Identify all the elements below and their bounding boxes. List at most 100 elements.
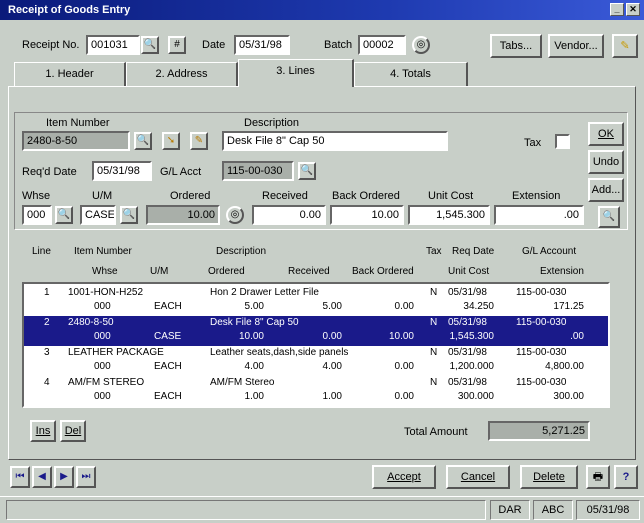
help-button[interactable]: ? [614,465,638,489]
add-button[interactable]: Add... [588,178,624,202]
date-cell: 05/31/98 [448,347,487,358]
ordered-lookup-button[interactable]: ◎ [226,206,244,224]
gl-cell: 115-00-030 [516,347,567,358]
table-row[interactable]: 2 2480-8-50 Desk File 8" Cap 50 N 05/31/98 11… [24,316,608,346]
tabs-button[interactable]: Tabs... [490,34,542,58]
cancel-button[interactable]: Cancel [446,465,510,489]
tab-totals-label: 4. Totals [390,68,431,80]
extension-cell: 4,800.00 [545,361,584,372]
status-user: DAR [490,500,530,520]
receipt-lookup-button[interactable]: 🔍 [141,36,159,54]
last-record-button[interactable]: ⏭ [76,466,96,488]
tax-checkbox[interactable] [555,134,570,149]
next-icon: ▶ [60,471,68,482]
um-lookup-button[interactable]: 🔍 [120,206,138,224]
receipt-no-field[interactable]: 001031 [86,35,140,55]
col-item-number: Item Number [74,246,132,257]
date-cell: 05/31/98 [448,377,487,388]
item-memo-button[interactable]: ✎ [190,132,208,150]
next-record-button[interactable]: ▶ [54,466,74,488]
table-row[interactable]: 4 AM/FM STEREO AM/FM Stereo N 05/31/98 115-00… [24,376,608,406]
gl-lookup-button[interactable]: 🔍 [298,162,316,180]
tab-header[interactable]: 1. Header [14,62,126,86]
tax-cell: N [430,347,438,358]
window-title: Receipt of Goods Entry [8,4,131,16]
description-field[interactable]: Desk File 8" Cap 50 [222,131,448,151]
delete-line-button[interactable]: Del [60,420,86,442]
lines-list[interactable]: 1 1001-HON-H252 Hon 2 Drawer Letter File N 0… [22,282,610,408]
close-button[interactable]: ✕ [626,3,640,16]
whse-lookup-button[interactable]: 🔍 [55,206,73,224]
table-row[interactable]: 1 1001-HON-H252 Hon 2 Drawer Letter File N 0… [24,286,608,316]
next-number-button[interactable]: # [168,36,186,54]
total-amount-label: Total Amount [404,426,468,438]
ordered-cell: 1.00 [244,391,264,402]
tab-lines[interactable]: 3. Lines [238,59,354,87]
description-cell: Leather seats,dash,side panels [210,347,349,358]
item-number-field[interactable]: 2480-8-50 [22,131,130,151]
col-um: U/M [150,266,169,277]
col-whse: Whse [92,266,118,277]
item-cell: 1001-HON-H252 [68,287,144,298]
whse-cell: 000 [94,361,111,372]
um-cell: EACH [154,301,182,312]
memo-button[interactable]: ✎ [612,34,638,58]
undo-label: Undo [592,156,620,168]
back-ordered-cell: 0.00 [394,361,414,372]
batch-field[interactable]: 00002 [358,35,406,55]
batch-label: Batch [324,39,353,51]
delete-button[interactable]: Delete [520,465,578,489]
magnifier-icon: ◎ [416,39,426,50]
minimize-button[interactable]: _ [610,3,624,16]
tab-address[interactable]: 2. Address [126,62,238,86]
col-description: Description [216,246,267,257]
back-ordered-cell: 0.00 [394,301,414,312]
previous-record-button[interactable]: ◀ [32,466,52,488]
item-number-label: Item Number [46,117,110,129]
whse-field[interactable]: 000 [22,205,52,225]
ordered-field[interactable]: 10.00 [146,205,220,225]
date-cell: 05/31/98 [448,287,487,298]
description-cell: Hon 2 Drawer Letter File [210,287,319,298]
line-lookup-button[interactable]: 🔍 [598,206,620,228]
date-field[interactable]: 05/31/98 [234,35,290,55]
reqd-date-field[interactable]: 05/31/98 [92,161,152,181]
action-bar: ⏮ ◀ ▶ ⏭ Accept Cancel Delete 🖶 ? [0,460,644,494]
back-ordered-label: Back Ordered [332,190,400,202]
accept-button[interactable]: Accept [372,465,436,489]
received-cell: 5.00 [322,301,342,312]
table-row[interactable]: 3 LEATHER PACKAGE Leather seats,dash,side … [24,346,608,376]
gl-acct-field[interactable]: 115-00-030 [222,161,294,181]
um-field[interactable]: CASE [80,205,116,225]
item-lookup-button[interactable]: 🔍 [134,132,152,150]
extension-cell: .00 [570,331,584,342]
item-arrow-button[interactable]: ➘ [162,132,180,150]
extension-field[interactable]: .00 [494,205,584,225]
first-record-button[interactable]: ⏮ [10,466,30,488]
unit-cost-label: Unit Cost [428,190,474,202]
batch-lookup-button[interactable]: ◎ [412,36,430,54]
back-ordered-field[interactable]: 10.00 [330,205,404,225]
col-tax: Tax [426,246,442,257]
tab-totals[interactable]: 4. Totals [354,62,468,86]
accept-label: Accept [387,471,421,483]
print-button[interactable]: 🖶 [586,465,610,489]
whse-cell: 000 [94,391,111,402]
receipt-no-label: Receipt No. [22,39,80,51]
item-cell: AM/FM STEREO [68,377,145,388]
ok-button[interactable]: OK [588,122,624,146]
unit-cost-field[interactable]: 1,545.300 [408,205,490,225]
status-bar: DAR ABC 05/31/98 [0,496,644,523]
previous-icon: ◀ [38,471,46,482]
insert-line-button[interactable]: Ins [30,420,56,442]
undo-button[interactable]: Undo [588,150,624,174]
ordered-cell: 5.00 [244,301,264,312]
col-ordered: Ordered [208,266,245,277]
um-cell: EACH [154,391,182,402]
tab-address-label: 2. Address [155,68,208,80]
received-field[interactable]: 0.00 [252,205,326,225]
tax-label: Tax [524,137,542,149]
received-cell: 0.00 [322,331,342,342]
vendor-button[interactable]: Vendor... [548,34,604,58]
memo-icon: ✎ [620,40,630,52]
